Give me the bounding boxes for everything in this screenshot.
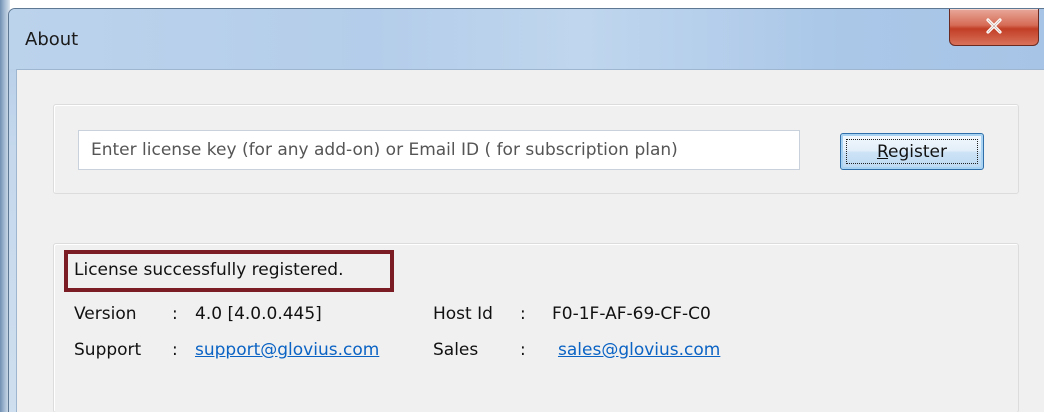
- host-id-separator: :: [520, 304, 526, 324]
- register-button[interactable]: Register: [840, 133, 984, 170]
- sales-separator: :: [520, 340, 526, 360]
- screen: About Register License successfully regi…: [0, 0, 1044, 412]
- about-dialog: About Register License successfully regi…: [8, 8, 1044, 412]
- host-id-value: F0-1F-AF-69-CF-C0: [552, 304, 711, 324]
- support-separator: :: [172, 340, 178, 360]
- license-key-input[interactable]: [78, 130, 800, 170]
- close-button[interactable]: [949, 9, 1039, 46]
- close-icon: [986, 18, 1002, 34]
- version-label: Version: [74, 304, 137, 324]
- title-bar[interactable]: About: [9, 9, 1044, 69]
- support-email-link[interactable]: support@glovius.com: [195, 340, 379, 360]
- window-title: About: [25, 29, 79, 50]
- version-value: 4.0 [4.0.0.445]: [195, 304, 322, 324]
- host-id-label: Host Id: [433, 304, 493, 324]
- registration-status-message: License successfully registered.: [74, 260, 344, 280]
- sales-email-link[interactable]: sales@glovius.com: [558, 340, 720, 360]
- info-group: License successfully registered. Version…: [53, 243, 1019, 412]
- dialog-client-area: Register License successfully registered…: [16, 69, 1044, 412]
- version-separator: :: [172, 304, 178, 324]
- sales-label: Sales: [433, 340, 479, 360]
- registration-group: Register: [53, 104, 1019, 194]
- support-label: Support: [74, 340, 142, 360]
- register-button-label: Register: [876, 141, 947, 162]
